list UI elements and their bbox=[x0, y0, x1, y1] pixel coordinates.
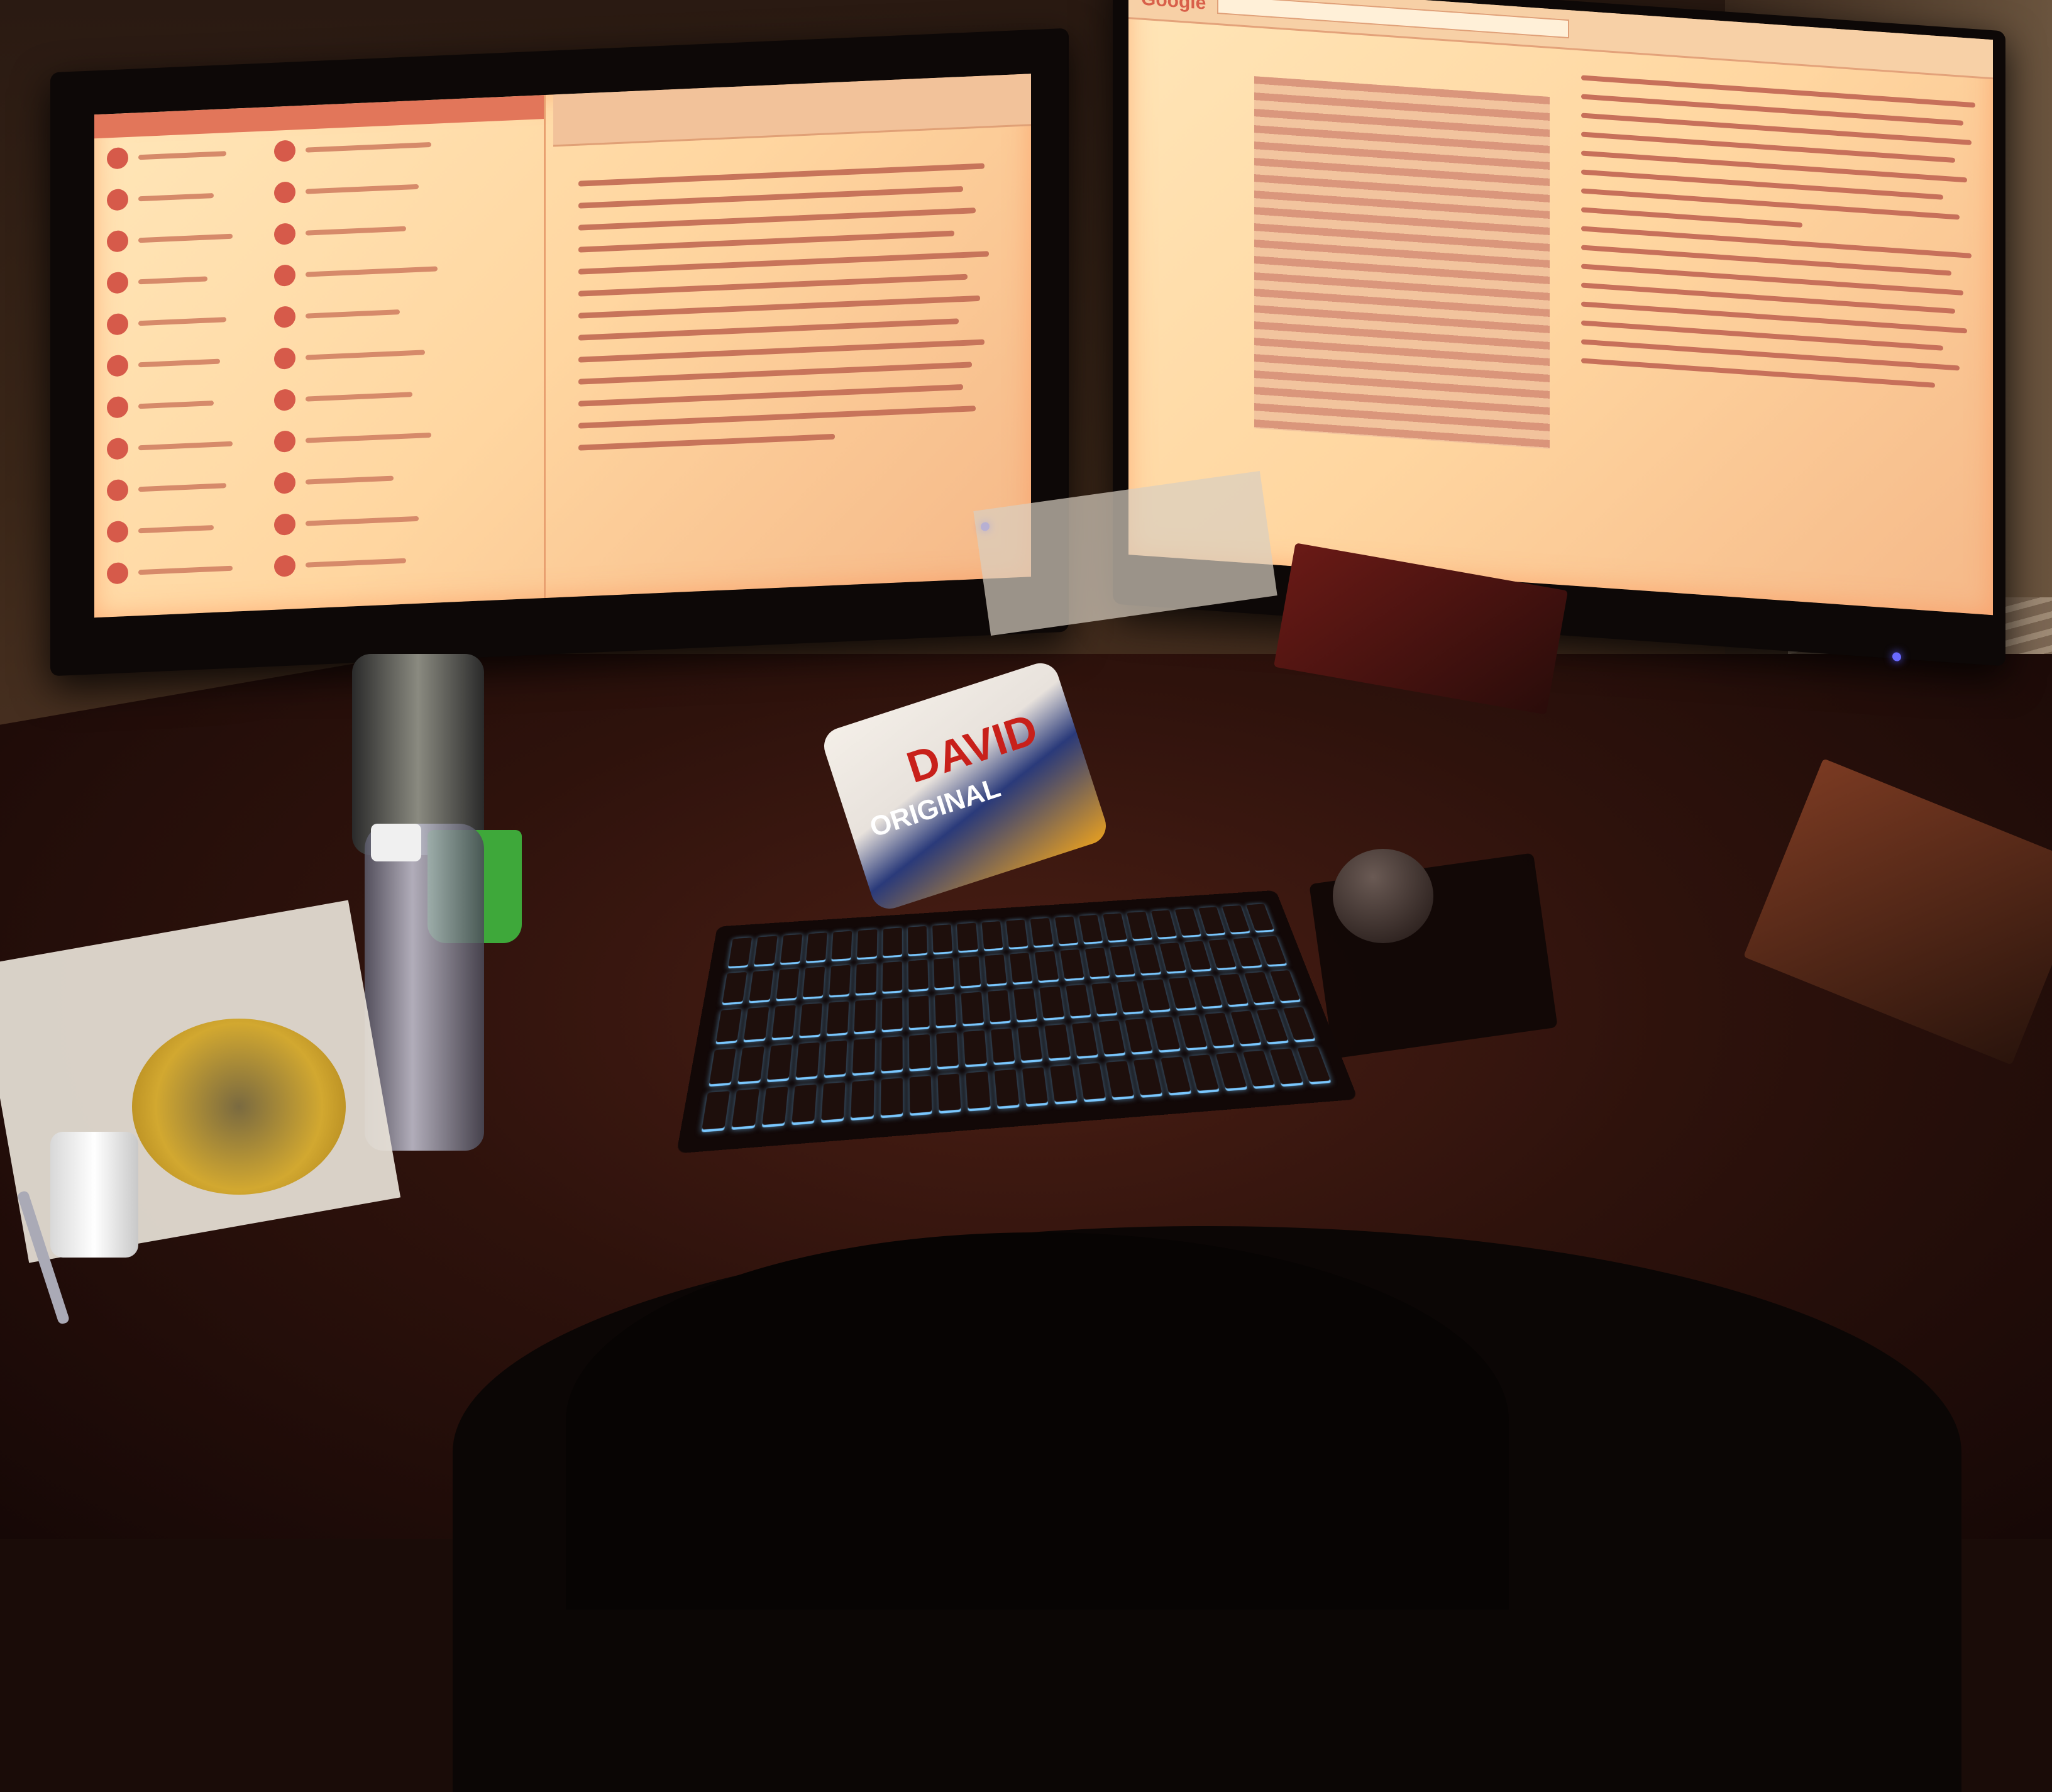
avatar bbox=[107, 479, 128, 501]
avatar bbox=[107, 189, 128, 211]
bottle-cap bbox=[371, 824, 421, 861]
google-logo: Google bbox=[1141, 0, 1206, 14]
left-monitor-screen bbox=[94, 74, 1031, 617]
highlighted-search-results bbox=[1254, 76, 1550, 449]
desk-scene-photo: Google DAVID ORIGINAL bbox=[0, 0, 2052, 1539]
document-title bbox=[553, 74, 1031, 102]
document-body-text bbox=[553, 126, 1031, 487]
avatar bbox=[107, 355, 128, 377]
avatar bbox=[107, 147, 128, 169]
right-monitor-power-led bbox=[1892, 652, 1901, 661]
article-text bbox=[1581, 61, 1983, 567]
messaging-app-window bbox=[94, 95, 546, 617]
conversation-list bbox=[94, 119, 544, 595]
avatar bbox=[107, 396, 128, 418]
avatar bbox=[107, 272, 128, 294]
left-monitor bbox=[50, 28, 1069, 677]
avatar bbox=[107, 313, 128, 335]
pill-bottle bbox=[50, 1132, 138, 1258]
avatar bbox=[107, 521, 128, 543]
avatar bbox=[107, 562, 128, 584]
avatar bbox=[107, 230, 128, 252]
mouse bbox=[1333, 849, 1433, 943]
chair-back bbox=[566, 1232, 1509, 1610]
seed-shell-bowl bbox=[132, 1019, 346, 1195]
avatar bbox=[107, 438, 128, 460]
search-input bbox=[1217, 0, 1569, 38]
document-editor-window bbox=[553, 74, 1031, 597]
